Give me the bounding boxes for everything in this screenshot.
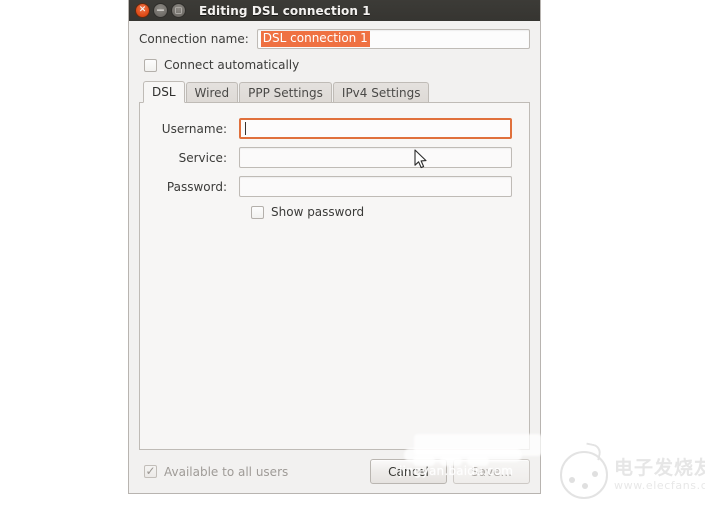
service-label: Service: <box>178 150 227 165</box>
titlebar: × − □ Editing DSL connection 1 <box>129 0 540 21</box>
tab-bar: DSL Wired PPP Settings IPv4 Settings <box>139 80 530 103</box>
dialog-body: Connection name: DSL connection 1 Connec… <box>129 21 540 459</box>
tab-dsl[interactable]: DSL <box>143 81 185 103</box>
elecfans-logo-icon <box>560 442 608 499</box>
maximize-icon[interactable]: □ <box>171 3 186 18</box>
window-controls: × − □ <box>135 3 186 18</box>
cancel-button-label: Cancel <box>388 464 429 479</box>
dsl-tab-panel: Username: Service: Password: Show passwo… <box>139 102 530 450</box>
username-input[interactable] <box>239 118 512 139</box>
connection-name-row: Connection name: DSL connection 1 <box>139 29 530 49</box>
tab-ipv4-settings[interactable]: IPv4 Settings <box>332 82 430 102</box>
show-password-row[interactable]: Show password <box>157 205 512 219</box>
tab-ppp-settings-label: PPP Settings <box>248 85 323 100</box>
elecfans-logo-dot-3 <box>592 471 598 477</box>
cancel-button[interactable]: Cancel <box>370 459 447 484</box>
service-input[interactable] <box>239 147 512 168</box>
tab-ppp-settings[interactable]: PPP Settings <box>239 82 332 102</box>
watermark-elecfans: 电子发烧友 www.elecfans.com <box>560 442 705 503</box>
elecfans-logo-dot-2 <box>582 483 588 489</box>
save-button-label: Save... <box>471 464 512 479</box>
elecfans-url-text: www.elecfans.com <box>614 479 705 492</box>
tab-ipv4-settings-label: IPv4 Settings <box>341 85 421 100</box>
password-label: Password: <box>166 179 227 194</box>
minimize-icon[interactable]: − <box>153 3 168 18</box>
show-password-label: Show password <box>271 205 365 219</box>
save-button[interactable]: Save... <box>453 459 530 484</box>
username-row: Username: <box>157 118 512 139</box>
connection-name-value: DSL connection 1 <box>260 31 370 47</box>
connection-name-input[interactable]: DSL connection 1 <box>256 29 530 49</box>
connect-automatically-label: Connect automatically <box>164 58 300 72</box>
elecfans-cn-text: 电子发烧友 <box>614 457 705 479</box>
connection-name-label: Connection name: <box>139 32 249 46</box>
elecfans-text-block: 电子发烧友 www.elecfans.com <box>614 457 705 493</box>
tab-dsl-label: DSL <box>152 85 176 99</box>
service-row: Service: <box>157 147 512 168</box>
window-title: Editing DSL connection 1 <box>199 3 371 18</box>
connect-automatically-checkbox[interactable] <box>144 58 157 72</box>
available-all-users-row[interactable]: ✓ Available to all users <box>139 465 364 479</box>
tab-wired[interactable]: Wired <box>185 82 239 102</box>
minimize-glyph: − <box>155 3 166 17</box>
text-caret <box>245 122 246 135</box>
edit-connection-dialog: × − □ Editing DSL connection 1 Connectio… <box>128 0 541 494</box>
show-password-checkbox[interactable] <box>251 205 264 219</box>
username-label: Username: <box>161 121 227 136</box>
available-all-users-checkbox[interactable]: ✓ <box>144 465 157 478</box>
close-glyph: × <box>138 4 147 15</box>
elecfans-logo-tail <box>583 442 603 461</box>
dialog-footer: ✓ Available to all users Cancel Save... <box>129 459 540 493</box>
password-input[interactable] <box>239 176 512 197</box>
tab-wired-label: Wired <box>194 85 230 100</box>
available-all-users-label: Available to all users <box>164 464 289 479</box>
connect-automatically-row[interactable]: Connect automatically <box>139 58 530 72</box>
password-row: Password: <box>157 176 512 197</box>
elecfans-logo-dot-1 <box>569 477 575 483</box>
maximize-glyph: □ <box>174 5 183 14</box>
checkmark-icon: ✓ <box>145 463 156 478</box>
close-icon[interactable]: × <box>135 3 150 18</box>
